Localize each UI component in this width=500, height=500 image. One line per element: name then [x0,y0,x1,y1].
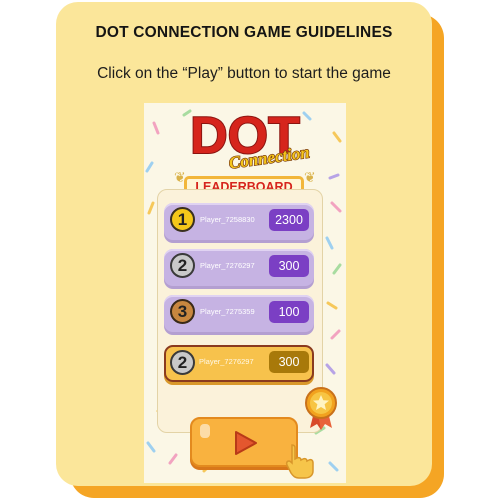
pointing-hand-icon [285,444,314,479]
player-score: 100 [269,301,309,323]
game-screen: DOT Connection ❦ ❦ LEADERBOARD 1 Player_… [144,103,346,483]
guidelines-instruction: Click on the “Play” button to start the … [97,65,391,82]
player-score: 300 [269,255,309,277]
player-name: Player_7258830 [200,215,255,224]
rank-badge: 1 [170,207,195,232]
current-player-row: 2 Player_7276297 300 [164,345,314,382]
player-score: 300 [269,351,309,373]
button-shine [200,424,210,438]
player-name: Player_7276297 [199,357,254,366]
player-score: 2300 [269,209,309,231]
leaderboard-panel: 1 Player_7258830 2300 2 Player_7276297 3… [157,189,323,433]
guidelines-heading: DOT CONNECTION GAME GUIDELINES [95,24,393,41]
leaderboard-row: 3 Player_7275359 100 [164,295,314,332]
leaderboard-row: 2 Player_7276297 300 [164,249,314,286]
rank-badge: 2 [170,253,195,278]
rank-badge: 2 [170,350,195,375]
play-button[interactable] [190,417,298,467]
player-name: Player_7276297 [200,261,255,270]
guidelines-card: DOT CONNECTION GAME GUIDELINES Click on … [56,2,432,486]
star-medal-icon [305,387,337,430]
rank-badge: 3 [170,299,195,324]
play-triangle-icon [235,431,257,455]
leaderboard-row: 1 Player_7258830 2300 [164,203,314,240]
player-name: Player_7275359 [200,307,255,316]
laurel-right-icon: ❦ [304,169,316,185]
